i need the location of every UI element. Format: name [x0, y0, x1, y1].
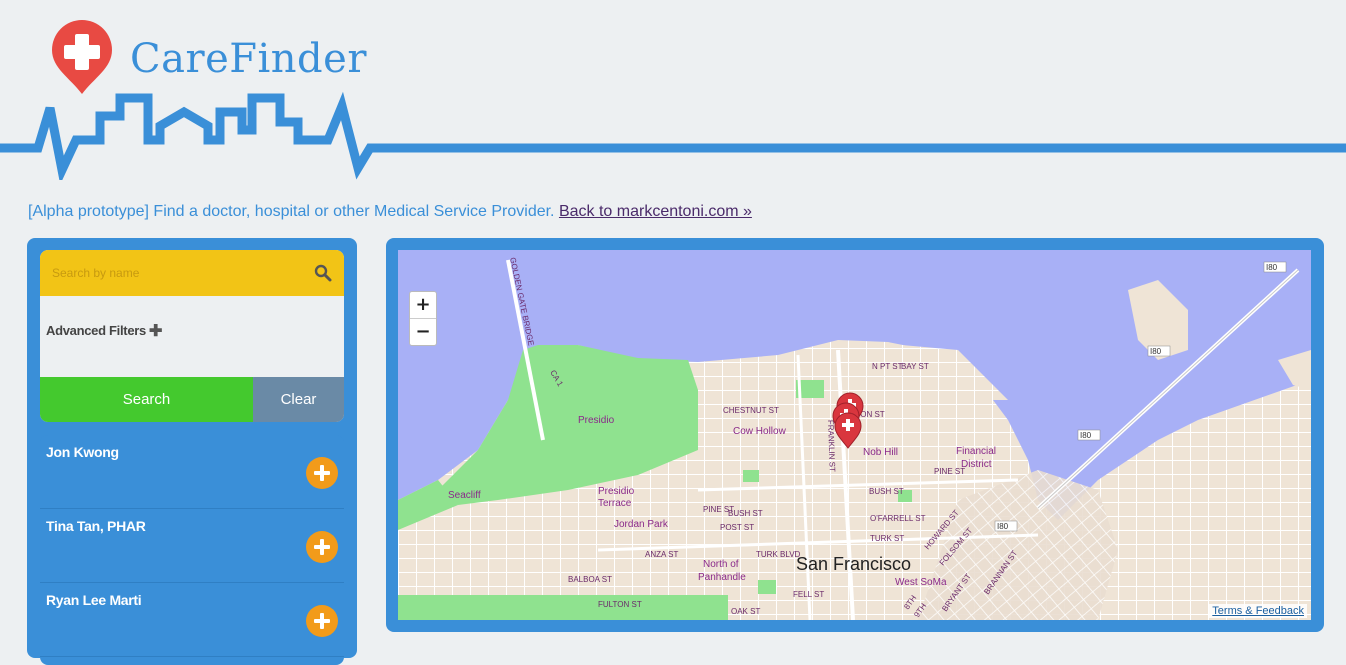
list-item[interactable]: Jon Kwong [40, 435, 344, 509]
plus-icon: ✚ [148, 323, 163, 340]
provider-name: Ryan Lee Marti [46, 592, 142, 608]
map-label: Nob Hill [863, 447, 898, 458]
map-canvas: GOLDEN GATE BRIDGE CA 1 Presidio Cow Hol… [398, 250, 1311, 620]
tagline-text: [Alpha prototype] Find a doctor, hospita… [28, 203, 555, 220]
map-label: District [961, 459, 992, 470]
street-label: BUSH ST [869, 487, 904, 496]
add-plus-icon[interactable] [306, 457, 338, 489]
add-plus-icon[interactable] [306, 531, 338, 563]
terms-feedback-link[interactable]: Terms & Feedback [1209, 604, 1307, 618]
skyline-logo-graphic [0, 20, 1346, 185]
site-title: CareFinder [130, 36, 367, 82]
street-label: CHESTNUT ST [723, 406, 779, 415]
search-icon[interactable] [314, 264, 332, 282]
svg-text:I80: I80 [997, 522, 1009, 531]
street-label: PINE ST [703, 505, 734, 514]
search-panel: Advanced Filters✚ Search Clear [40, 250, 344, 422]
zoom-out-button[interactable]: − [410, 319, 436, 345]
map-label: West SoMa [895, 577, 947, 588]
svg-text:I80: I80 [1266, 263, 1278, 272]
map-label: Financial [956, 446, 996, 457]
tagline: [Alpha prototype] Find a doctor, hospita… [28, 203, 752, 221]
list-item[interactable]: Tina Tan, PHAR [40, 509, 344, 583]
clear-button[interactable]: Clear [253, 377, 344, 422]
search-bar [40, 250, 344, 296]
street-label: FULTON ST [598, 600, 642, 609]
street-label: TURK ST [870, 534, 904, 543]
provider-name: Jon Kwong [46, 444, 119, 460]
search-input[interactable] [50, 260, 304, 286]
map-label: Jordan Park [614, 519, 669, 530]
street-label: N PT ST [872, 362, 903, 371]
highway-shield: I80 [1077, 429, 1101, 441]
site-header: CareFinder [0, 0, 1346, 185]
map-label: Terrace [598, 498, 632, 509]
street-label: PINE ST [934, 467, 965, 476]
advanced-filters-label: Advanced Filters [46, 323, 146, 338]
street-label: BALBOA ST [568, 575, 612, 584]
map-label: Cow Hollow [733, 426, 787, 437]
highway-shield: I80 [994, 520, 1018, 532]
map-label: San Francisco [796, 554, 911, 574]
zoom-in-button[interactable]: + [410, 292, 436, 319]
list-item[interactable]: Ryan Lee Marti [40, 583, 344, 657]
street-label: OAK ST [731, 607, 760, 616]
map-label: Presidio [578, 415, 615, 426]
svg-text:I80: I80 [1080, 431, 1092, 440]
street-label: FELL ST [793, 590, 824, 599]
highway-shield: I80 [1147, 345, 1171, 357]
map-label: Seacliff [448, 490, 481, 501]
add-plus-icon[interactable] [306, 605, 338, 637]
sidebar: Advanced Filters✚ Search Clear Jon Kwong… [27, 238, 357, 665]
map[interactable]: GOLDEN GATE BRIDGE CA 1 Presidio Cow Hol… [398, 250, 1311, 620]
zoom-control: + − [409, 291, 437, 346]
map-frame: GOLDEN GATE BRIDGE CA 1 Presidio Cow Hol… [386, 238, 1324, 632]
street-label: BAY ST [901, 362, 929, 371]
svg-text:I80: I80 [1150, 347, 1162, 356]
street-label: POST ST [720, 523, 754, 532]
map-label: North of [703, 559, 739, 570]
results-list: Jon Kwong Tina Tan, PHAR Ryan Lee Marti [40, 435, 344, 665]
street-label: ANZA ST [645, 550, 678, 559]
street-label: O'FARRELL ST [870, 514, 926, 523]
advanced-filters-toggle[interactable]: Advanced Filters ✚ [46, 321, 162, 341]
map-label: Presidio [598, 486, 635, 497]
logo-pin-icon [52, 20, 112, 94]
street-label: TURK BLVD [756, 550, 801, 559]
provider-name: Tina Tan, PHAR [46, 518, 146, 534]
search-button[interactable]: Search [40, 377, 253, 422]
highway-shield: I80 [1263, 261, 1287, 273]
map-label: Panhandle [698, 572, 746, 583]
back-link[interactable]: Back to markcentoni.com » [559, 203, 752, 220]
